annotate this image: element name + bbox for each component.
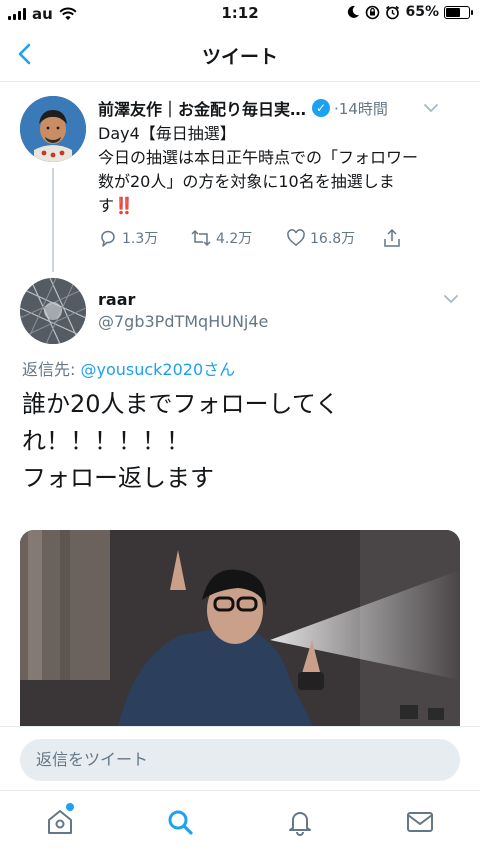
tweet-line: Day4【毎日抽選】 [98, 124, 236, 143]
notifications-icon[interactable] [285, 807, 315, 837]
status-right: 65% [346, 4, 473, 20]
new-content-dot [66, 803, 74, 811]
tweet-line: フォロー返します [22, 464, 214, 492]
thread-connector [52, 168, 54, 272]
reply-count: 1.3万 [122, 231, 159, 247]
home-icon[interactable] [45, 807, 75, 837]
tweet-text: Day4【毎日抽選】 今日の抽選は本日正午時点での「フォロワー 数が20人」の方… [98, 122, 460, 218]
mention-link[interactable]: @yousuck2020さん [80, 360, 235, 379]
avatar-photo [20, 278, 86, 344]
avatar[interactable] [20, 96, 86, 162]
tweet-time: ·14時間 [334, 99, 388, 118]
page-title: ツイート [201, 46, 278, 68]
retweet-count: 4.2万 [216, 231, 253, 247]
reply-context: 返信先: @yousuck2020さん [22, 356, 235, 380]
tweet-line-text: す [98, 196, 115, 215]
user-handle[interactable]: @7gb3PdTMqHUNj4e [98, 312, 268, 331]
tweet-line: れ！！！！！！ [22, 427, 190, 455]
tweet-line: す‼️ [98, 194, 460, 218]
tweet-media[interactable] [20, 530, 460, 740]
alarm-icon [386, 5, 400, 19]
reply-composer: 返信をツイート [0, 726, 480, 790]
retweet-icon [191, 229, 211, 247]
tweet-line: 誰か20人までフォローしてく [22, 390, 340, 418]
chevron-down-icon[interactable] [444, 294, 458, 304]
search-icon[interactable] [165, 807, 195, 837]
verified-badge-icon: ✓ [312, 99, 331, 117]
reply-prefix: 返信先: [22, 360, 81, 379]
chevron-down-icon[interactable] [424, 103, 438, 113]
media-image [20, 530, 460, 740]
battery-icon [444, 5, 473, 19]
tab-bar [0, 790, 480, 854]
double-exclamation-emoji: ‼️ [114, 196, 134, 215]
share-button[interactable] [382, 228, 402, 248]
moon-icon [348, 5, 360, 18]
tweet-actions: 1.3万 4.2万 16.8万 [98, 228, 408, 252]
reply-button[interactable]: 1.3万 [98, 228, 158, 248]
tweet-text: 誰か20人までフォローしてく れ！！！！！！ フォロー返します [22, 386, 462, 497]
rotation-lock-icon [366, 5, 380, 19]
like-count: 16.8万 [310, 231, 356, 247]
retweet-button[interactable]: 4.2万 [190, 228, 252, 248]
navigation-bar: ツイート [0, 28, 480, 82]
avatar[interactable] [20, 278, 86, 344]
reply-input[interactable]: 返信をツイート [20, 739, 460, 781]
avatar-illustration [20, 96, 86, 162]
heart-icon [287, 229, 305, 246]
display-name[interactable]: 前澤友作｜お金配り毎日実… [98, 96, 306, 120]
display-name[interactable]: raar [98, 290, 135, 309]
status-bar: au 1:12 65% [0, 0, 480, 28]
messages-icon[interactable] [405, 807, 435, 837]
battery-percent: 65% [405, 4, 439, 20]
tweet-line: 数が20人」の方を対象に10名を抽選しま [98, 172, 395, 191]
tweet-line: 今日の抽選は本日正午時点での「フォロワー [98, 148, 419, 167]
share-icon [384, 228, 400, 247]
reply-icon [101, 230, 115, 247]
tweet-header: 前澤友作｜お金配り毎日実… ✓ ·14時間 [98, 96, 460, 120]
like-button[interactable]: 16.8万 [286, 228, 355, 248]
